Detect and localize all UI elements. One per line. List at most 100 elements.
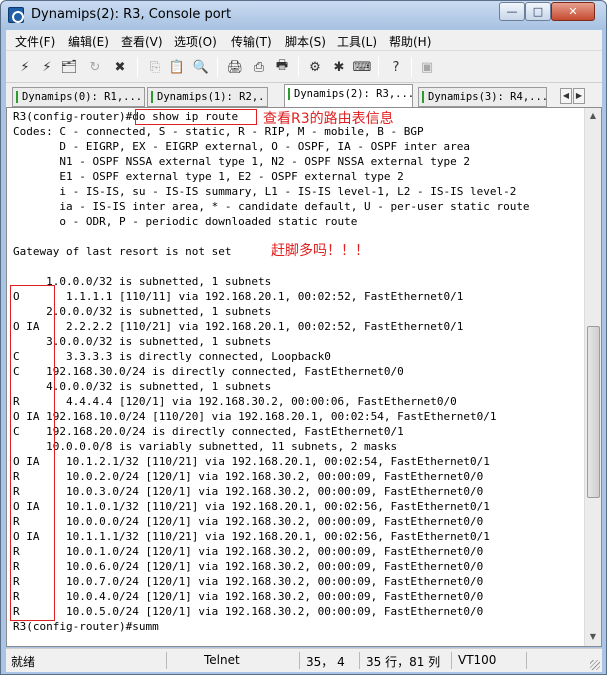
toolbar-separator [298,57,299,77]
console-line: O IA 10.1.0.1/32 [110/21] via 192.168.20… [13,500,490,513]
scroll-down-icon[interactable]: ▼ [585,629,601,645]
menu-script[interactable]: 脚本(S) [285,33,326,50]
console-line: o - ODR, P - periodic downloaded static … [13,215,358,228]
console-line: C 192.168.20.0/24 is directly connected,… [13,425,404,438]
toolbar-separator [137,57,138,77]
console-line: O IA 10.1.2.1/32 [110/21] via 192.168.20… [13,455,490,468]
console-line: i - IS-IS, su - IS-IS summary, L1 - IS-I… [13,185,517,198]
console-line: R3(config-router)#summ [13,620,159,633]
toolbar-separator [411,57,412,77]
paste-icon[interactable]: 📋 [167,57,187,77]
menu-edit[interactable]: 编辑(E) [68,33,109,50]
toolbar: ⚡ ⚡ 🗂 ↻ ✖ ⎘ 📋 🔍 🖨 ⎙ 🖶 ⚙ ✱ ⌨ ? ▣ [6,51,602,83]
tab-dynamips-3[interactable]: Dynamips(3): R4,... [418,87,547,107]
console-line: R 10.0.4.0/24 [120/1] via 192.168.30.2, … [13,590,484,603]
status-divider [299,652,300,669]
tab-scroll-right-icon[interactable]: ▶ [573,88,585,104]
find-icon[interactable]: 🔍 [191,57,211,77]
menu-file[interactable]: 文件(F) [15,33,55,50]
quick-connect-icon[interactable]: ⚡ [37,57,57,77]
session-options-icon[interactable]: ⚙ [305,57,325,77]
status-emulation: VT100 [458,653,497,667]
sftp-icon[interactable]: ▣ [417,57,437,77]
scroll-up-icon[interactable]: ▲ [585,108,601,124]
status-divider [359,652,360,669]
tab-label: Dynamips(2): R3,... [294,88,413,100]
close-button[interactable]: ✕ [551,2,595,21]
window-title: Dynamips(2): R3, Console port [31,7,232,22]
route-codes-highlight-box [10,285,55,621]
console-line: R 10.0.6.0/24 [120/1] via 192.168.30.2, … [13,560,484,573]
minimize-button[interactable]: — [499,2,525,21]
console-line: R 10.0.2.0/24 [120/1] via 192.168.30.2, … [13,470,484,483]
console-line: O IA 10.1.1.1/32 [110/21] via 192.168.20… [13,530,490,543]
menu-tools[interactable]: 工具(L) [337,33,377,50]
connect-icon[interactable]: ⚡ [15,57,35,77]
scrollbar-thumb[interactable] [587,326,600,498]
toolbar-separator [378,57,379,77]
console-output: R3(config-router)#do show ip route Codes:… [13,109,583,634]
console-line: 2.0.0.0/32 is subnetted, 1 subnets [13,305,272,318]
route-table-annotation: 查看R3的路由表信息 [263,111,394,127]
toolbar-separator [217,57,218,77]
resize-grip-icon[interactable] [590,660,600,670]
tab-dynamips-1[interactable]: Dynamips(1): R2,... [147,87,268,107]
keymap-icon[interactable]: ⌨ [352,57,372,77]
reconnect-icon[interactable]: ↻ [85,57,105,77]
vertical-scrollbar[interactable]: ▲ ▼ [584,108,601,646]
console-line: 3.0.0.0/32 is subnetted, 1 subnets [13,335,272,348]
console-line: O 1.1.1.1 [110/11] via 192.168.20.1, 00:… [13,290,464,303]
copy-icon[interactable]: ⎘ [145,57,165,77]
console-line: R 10.0.0.0/24 [120/1] via 192.168.30.2, … [13,515,484,528]
console-line: C 3.3.3.3 is directly connected, Loopbac… [13,350,331,363]
console-line: D - EIGRP, EX - EIGRP external, O - OSPF… [13,140,470,153]
menu-help[interactable]: 帮助(H) [389,33,431,50]
tab-dynamips-2[interactable]: Dynamips(2): R3,... [284,84,413,107]
console-line: R 4.4.4.4 [120/1] via 192.168.30.2, 00:0… [13,395,457,408]
status-bar: 就绪 Telnet 35， 4 35 行，81 列 VT100 [6,648,602,672]
disconnect-icon[interactable]: ✖ [110,57,130,77]
command-highlight-box [135,109,257,125]
tab-label: Dynamips(0): R1,... [22,91,143,103]
status-divider [166,652,167,669]
print-screen-icon[interactable]: 🖶 [272,57,292,77]
connect-tab-icon[interactable]: 🗂 [59,57,79,77]
print-setup-icon[interactable]: ⎙ [249,57,269,77]
status-divider [451,652,452,669]
status-protocol: Telnet [204,653,240,667]
console-line: O IA 192.168.10.0/24 [110/20] via 192.16… [13,410,497,423]
console-line: C 192.168.30.0/24 is directly connected,… [13,365,404,378]
console-line: O IA 2.2.2.2 [110/21] via 192.168.20.1, … [13,320,464,333]
menu-view[interactable]: 查看(V) [121,33,163,50]
console-line: 4.0.0.0/32 is subnetted, 1 subnets [13,380,272,393]
console-line: E1 - OSPF external type 1, E2 - OSPF ext… [13,170,404,183]
tab-label: Dynamips(3): R4,... [428,91,547,103]
status-ready: 就绪 [11,655,36,669]
console-line: R 10.0.3.0/24 [120/1] via 192.168.30.2, … [13,485,484,498]
securecrt-app-icon[interactable] [8,7,24,23]
menu-options[interactable]: 选项(O) [174,33,217,50]
console-line: N1 - OSPF NSSA external type 1, N2 - OSP… [13,155,470,168]
menu-transfer[interactable]: 传输(T) [231,33,272,50]
tab-label: Dynamips(1): R2,... [157,91,268,103]
title-bar[interactable]: Dynamips(2): R3, Console port — □ ✕ [1,1,606,29]
exclaim-annotation: 赶脚多吗！！！ [271,243,369,259]
status-divider [526,652,527,669]
console-line: R 10.0.5.0/24 [120/1] via 192.168.30.2, … [13,605,484,618]
tab-dynamips-0[interactable]: Dynamips(0): R1,... [12,87,145,107]
maximize-button[interactable]: □ [525,2,551,21]
console-window: Dynamips(2): R3, Console port — □ ✕ 文件(F… [0,0,607,675]
status-terminal-size: 35 行，81 列 [366,655,441,669]
menu-bar: 文件(F) 编辑(E) 查看(V) 选项(O) 传输(T) 脚本(S) 工具(L… [6,30,602,51]
console-line: 1.0.0.0/32 is subnetted, 1 subnets [13,275,272,288]
status-cursor-position: 35， 4 [306,655,345,669]
terminal-console[interactable]: R3(config-router)#do show ip route Codes:… [6,107,602,647]
console-line: 10.0.0.0/8 is variably subnetted, 11 sub… [13,440,398,453]
console-line: ia - IS-IS inter area, * - candidate def… [13,200,530,213]
print-icon[interactable]: 🖨 [225,57,245,77]
global-options-icon[interactable]: ✱ [329,57,349,77]
help-icon[interactable]: ? [386,57,406,77]
session-tab-bar: Dynamips(0): R1,... Dynamips(1): R2,... … [6,83,602,107]
tab-scroll-left-icon[interactable]: ◀ [560,88,572,104]
